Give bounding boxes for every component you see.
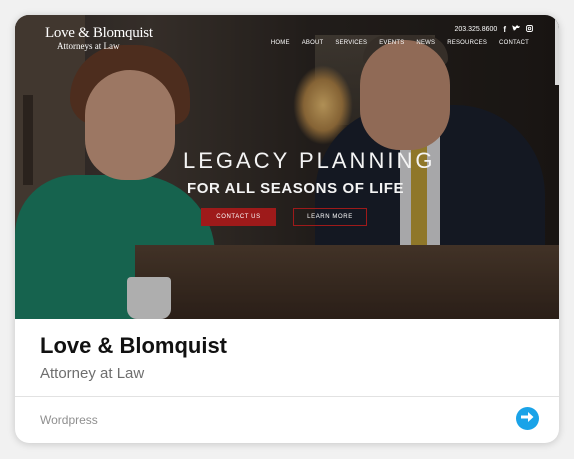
logo-tagline: Attorneys at Law	[57, 41, 120, 51]
nav-resources[interactable]: RESOURCES	[447, 40, 487, 46]
portfolio-card[interactable]: Love & Blomquist Attorneys at Law 203.32…	[15, 15, 559, 443]
contact-us-button[interactable]: CONTACT US	[201, 208, 276, 226]
nav-events[interactable]: EVENTS	[379, 40, 404, 46]
site-logo[interactable]: Love & Blomquist Attorneys at Law	[45, 25, 153, 51]
platform-label: Wordpress	[40, 413, 98, 427]
hero-headline: LEGACY PLANNING	[183, 148, 436, 173]
nav-contact[interactable]: CONTACT	[499, 40, 529, 46]
card-title: Love & Blomquist	[40, 333, 228, 358]
nav-home[interactable]: HOME	[271, 40, 290, 46]
facebook-icon[interactable]: f	[503, 25, 506, 34]
learn-more-button[interactable]: LEARN MORE	[293, 208, 367, 226]
twitter-icon[interactable]	[512, 25, 520, 34]
view-project-button[interactable]	[516, 407, 539, 430]
instagram-icon[interactable]	[526, 25, 533, 34]
logo-name: Love & Blomquist	[45, 25, 153, 41]
card-divider	[15, 396, 559, 397]
arrow-right-circle-icon	[521, 410, 534, 428]
nav-about[interactable]: ABOUT	[302, 40, 324, 46]
preview-scrollbar[interactable]	[555, 15, 559, 85]
site-topbar: 203.325.8600 f	[455, 25, 534, 34]
nav-news[interactable]: NEWS	[416, 40, 435, 46]
phone-number[interactable]: 203.325.8600	[455, 26, 498, 33]
nav-services[interactable]: SERVICES	[335, 40, 367, 46]
hero-subheadline: FOR ALL SEASONS OF LIFE	[187, 180, 405, 197]
website-screenshot-preview[interactable]: Love & Blomquist Attorneys at Law 203.32…	[15, 15, 559, 319]
card-subtitle: Attorney at Law	[40, 365, 145, 382]
site-nav: HOME ABOUT SERVICES EVENTS NEWS RESOURCE…	[271, 40, 529, 46]
